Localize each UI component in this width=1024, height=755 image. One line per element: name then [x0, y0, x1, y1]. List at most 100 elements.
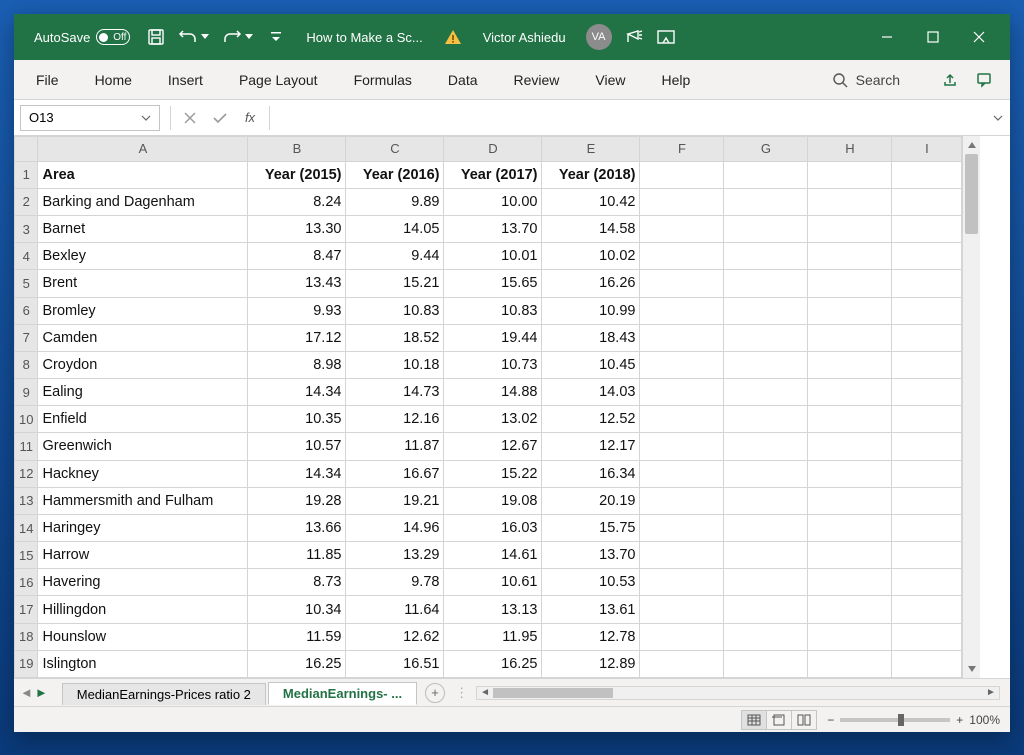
cell[interactable] — [808, 487, 892, 514]
cell[interactable]: 8.47 — [248, 243, 346, 270]
cell[interactable] — [892, 188, 962, 215]
cell[interactable] — [640, 514, 724, 541]
cell[interactable] — [808, 324, 892, 351]
row-header[interactable]: 2 — [15, 188, 38, 215]
cell[interactable] — [640, 216, 724, 243]
cell[interactable]: Barking and Dagenham — [38, 188, 248, 215]
sheet-tab-active[interactable]: MedianEarnings- ... — [268, 682, 417, 705]
table-row[interactable]: 6Bromley9.9310.8310.8310.99 — [15, 297, 962, 324]
cell[interactable] — [808, 297, 892, 324]
table-row[interactable]: 7Camden17.1218.5219.4418.43 — [15, 324, 962, 351]
tab-help[interactable]: Help — [644, 60, 709, 99]
cell[interactable]: 10.42 — [542, 188, 640, 215]
hscroll-thumb[interactable] — [493, 688, 613, 698]
cell[interactable]: Enfield — [38, 406, 248, 433]
scroll-up-icon[interactable] — [963, 136, 980, 154]
cell[interactable]: 19.44 — [444, 324, 542, 351]
sheet-nav-prev[interactable]: ◄ — [20, 685, 33, 700]
tab-formulas[interactable]: Formulas — [336, 60, 430, 99]
cell[interactable]: 10.99 — [542, 297, 640, 324]
col-header-E[interactable]: E — [542, 137, 640, 162]
cell[interactable] — [724, 188, 808, 215]
redo-dropdown-icon[interactable] — [244, 27, 254, 47]
zoom-in-button[interactable]: + — [956, 713, 963, 727]
cell[interactable]: 10.35 — [248, 406, 346, 433]
insert-function-button[interactable]: fx — [235, 105, 265, 131]
row-header[interactable]: 10 — [15, 406, 38, 433]
cell[interactable]: 10.53 — [542, 569, 640, 596]
warning-icon[interactable] — [443, 27, 463, 47]
cell[interactable] — [640, 324, 724, 351]
cell[interactable]: Croydon — [38, 351, 248, 378]
formula-input[interactable] — [274, 105, 986, 131]
cell[interactable] — [640, 542, 724, 569]
cell[interactable]: 15.65 — [444, 270, 542, 297]
customize-qat-icon[interactable] — [266, 27, 286, 47]
cell[interactable] — [808, 460, 892, 487]
row-header[interactable]: 15 — [15, 542, 38, 569]
cell[interactable]: 10.02 — [542, 243, 640, 270]
zoom-slider[interactable] — [840, 718, 950, 722]
cell[interactable] — [640, 623, 724, 650]
undo-icon[interactable] — [178, 27, 198, 47]
table-row[interactable]: 13Hammersmith and Fulham19.2819.2119.082… — [15, 487, 962, 514]
cell[interactable]: 12.52 — [542, 406, 640, 433]
cell[interactable]: 11.95 — [444, 623, 542, 650]
page-break-view-button[interactable] — [791, 710, 817, 730]
table-row[interactable]: 12Hackney14.3416.6715.2216.34 — [15, 460, 962, 487]
table-row[interactable]: 9Ealing14.3414.7314.8814.03 — [15, 379, 962, 406]
row-header[interactable]: 14 — [15, 514, 38, 541]
cell[interactable]: 16.03 — [444, 514, 542, 541]
row-header[interactable]: 13 — [15, 487, 38, 514]
scroll-down-icon[interactable] — [963, 660, 980, 678]
cell[interactable]: 16.25 — [444, 650, 542, 677]
cell[interactable] — [892, 161, 962, 188]
table-row[interactable]: 1AreaYear (2015)Year (2016)Year (2017)Ye… — [15, 161, 962, 188]
table-row[interactable]: 14Haringey13.6614.9616.0315.75 — [15, 514, 962, 541]
coming-soon-icon[interactable] — [624, 27, 644, 47]
cell[interactable] — [892, 243, 962, 270]
scroll-right-icon[interactable]: ► — [983, 687, 999, 698]
tab-data[interactable]: Data — [430, 60, 496, 99]
cell[interactable]: 10.01 — [444, 243, 542, 270]
zoom-level[interactable]: 100% — [969, 713, 1000, 727]
cell[interactable]: 18.52 — [346, 324, 444, 351]
cell[interactable] — [640, 460, 724, 487]
cell[interactable]: 11.85 — [248, 542, 346, 569]
cell[interactable]: 15.21 — [346, 270, 444, 297]
cell[interactable] — [724, 216, 808, 243]
cell[interactable]: Hounslow — [38, 623, 248, 650]
cell[interactable] — [892, 596, 962, 623]
cell[interactable] — [724, 596, 808, 623]
add-sheet-button[interactable]: + — [425, 683, 445, 703]
table-row[interactable]: 18Hounslow11.5912.6211.9512.78 — [15, 623, 962, 650]
select-all-corner[interactable] — [15, 137, 38, 162]
cell[interactable]: 9.89 — [346, 188, 444, 215]
cell[interactable]: 13.30 — [248, 216, 346, 243]
cell[interactable]: Camden — [38, 324, 248, 351]
cell[interactable] — [724, 161, 808, 188]
cell[interactable]: 13.70 — [444, 216, 542, 243]
cell[interactable] — [724, 650, 808, 677]
cell[interactable] — [640, 297, 724, 324]
cell[interactable]: 12.62 — [346, 623, 444, 650]
cell[interactable]: 11.59 — [248, 623, 346, 650]
vertical-scrollbar[interactable] — [962, 136, 980, 678]
cell[interactable]: 12.78 — [542, 623, 640, 650]
row-header[interactable]: 3 — [15, 216, 38, 243]
cell[interactable] — [892, 460, 962, 487]
cell[interactable]: 10.61 — [444, 569, 542, 596]
cell[interactable] — [892, 270, 962, 297]
cell[interactable]: 14.88 — [444, 379, 542, 406]
cell[interactable] — [724, 270, 808, 297]
row-header[interactable]: 9 — [15, 379, 38, 406]
sheet-tab-inactive[interactable]: MedianEarnings-Prices ratio 2 — [62, 683, 266, 705]
cell[interactable] — [808, 514, 892, 541]
cell[interactable] — [808, 161, 892, 188]
table-row[interactable]: 5Brent13.4315.2115.6516.26 — [15, 270, 962, 297]
cell[interactable] — [724, 351, 808, 378]
cell[interactable] — [892, 623, 962, 650]
col-header-B[interactable]: B — [248, 137, 346, 162]
cell[interactable]: 10.57 — [248, 433, 346, 460]
cell[interactable] — [892, 379, 962, 406]
